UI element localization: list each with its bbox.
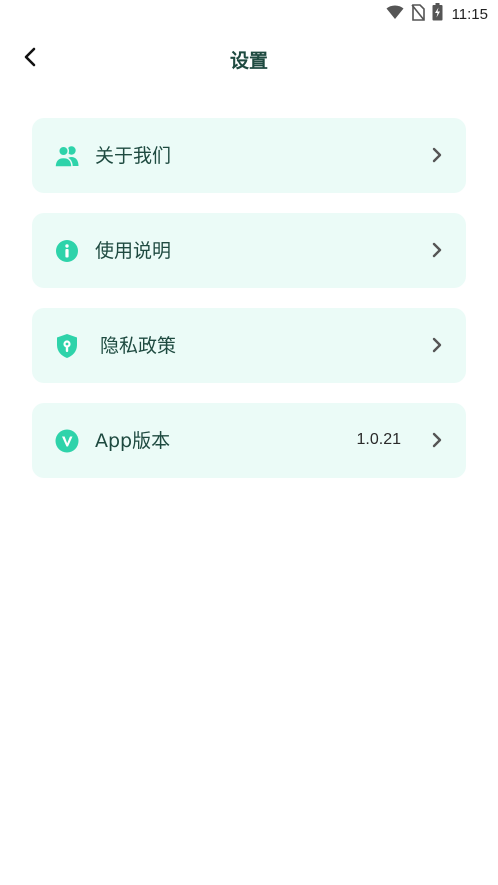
settings-item-label: 隐私政策 xyxy=(100,335,177,357)
status-time: 11:15 xyxy=(451,5,488,23)
battery-charging-icon xyxy=(432,3,443,25)
settings-item-label: 关于我们 xyxy=(95,145,172,167)
no-sim-icon xyxy=(410,3,425,25)
version-v-icon xyxy=(54,428,80,454)
settings-item-privacy-policy[interactable]: 隐私政策 xyxy=(32,308,466,383)
settings-list: 关于我们 使用说明 隐私政策 App版本 1.0.21 xyxy=(32,118,466,498)
users-icon xyxy=(54,143,80,169)
settings-item-label: 使用说明 xyxy=(95,240,172,262)
chevron-right-icon xyxy=(430,146,444,164)
chevron-right-icon xyxy=(430,241,444,259)
settings-item-label: App版本 xyxy=(95,430,171,452)
settings-item-about-us[interactable]: 关于我们 xyxy=(32,118,466,193)
settings-item-instructions[interactable]: 使用说明 xyxy=(32,213,466,288)
shield-lock-icon xyxy=(54,333,80,359)
info-icon xyxy=(54,238,80,264)
page-title: 设置 xyxy=(229,50,268,72)
settings-item-app-version[interactable]: App版本 1.0.21 xyxy=(32,403,466,478)
status-bar: 11:15 xyxy=(0,0,498,28)
status-icons: 11:15 xyxy=(386,3,488,25)
app-version-value: 1.0.21 xyxy=(356,431,401,448)
chevron-right-icon xyxy=(430,431,444,449)
wifi-icon xyxy=(386,4,404,24)
chevron-right-icon xyxy=(430,336,444,354)
header: 设置 xyxy=(0,36,498,82)
